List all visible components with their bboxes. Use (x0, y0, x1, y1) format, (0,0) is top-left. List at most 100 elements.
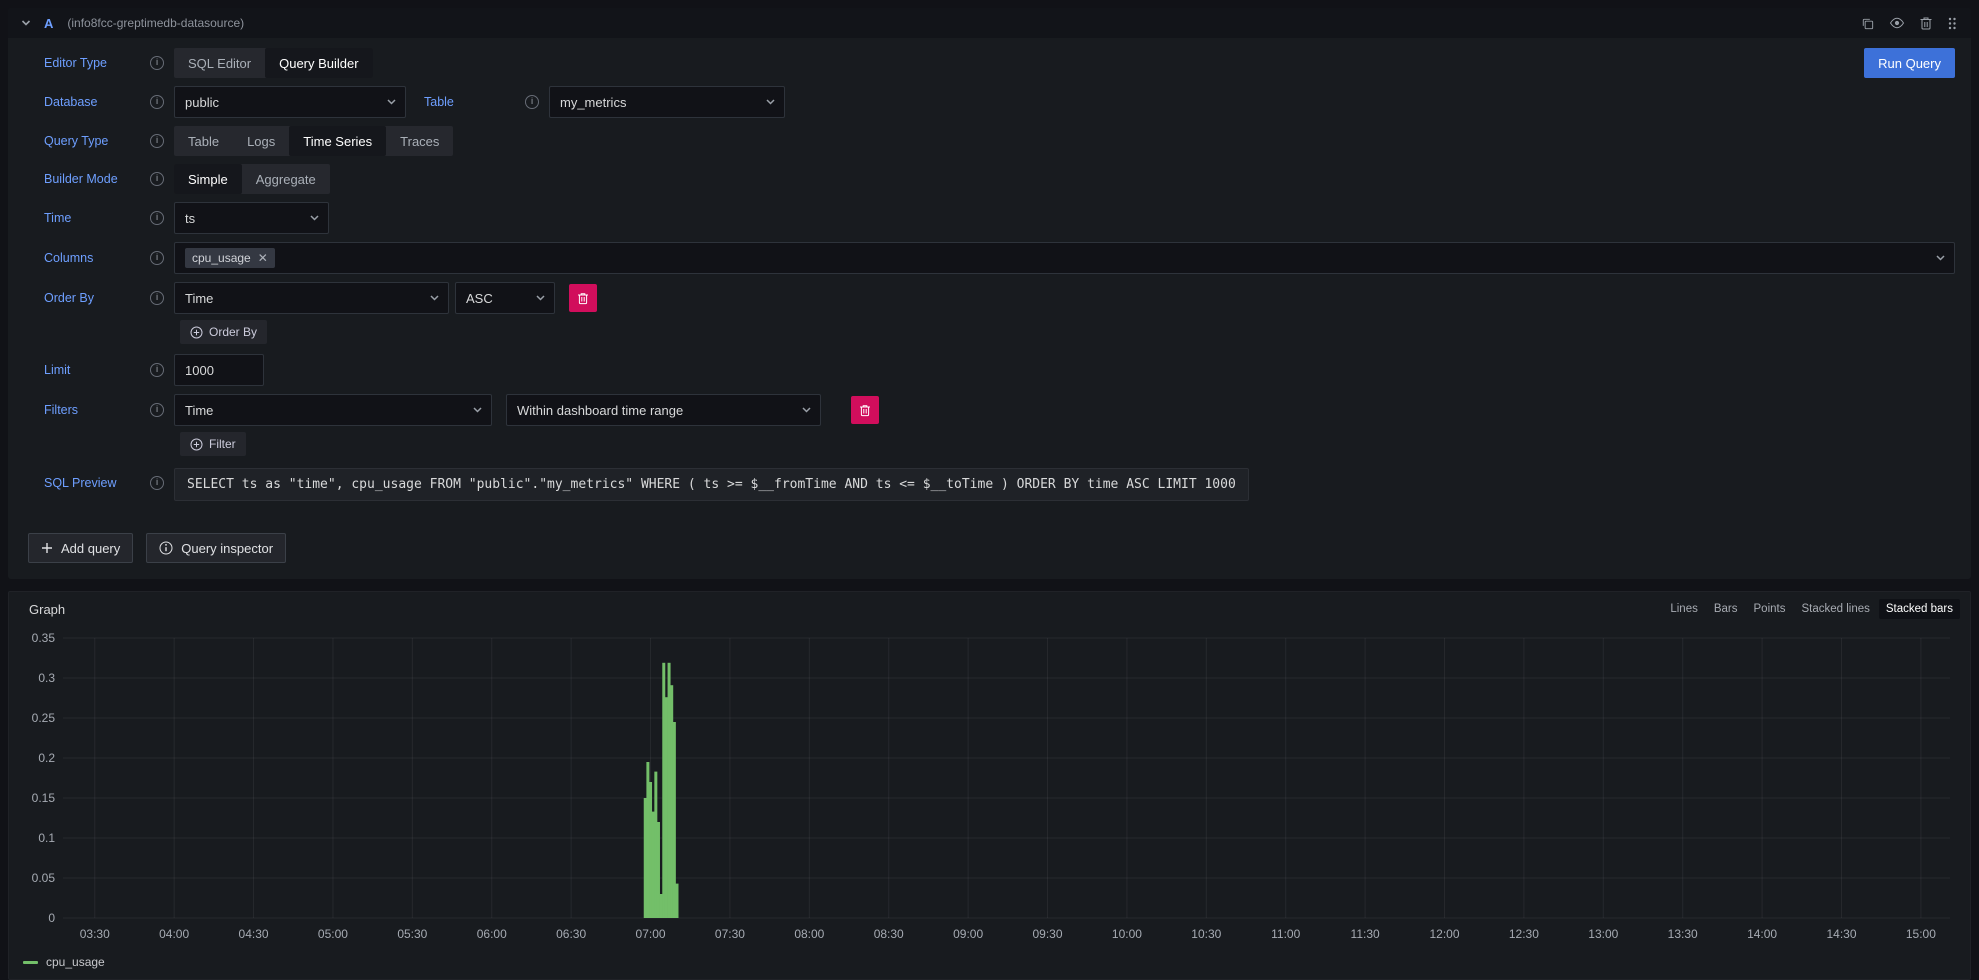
chevron-down-icon (765, 95, 776, 110)
run-query-button[interactable]: Run Query (1864, 48, 1955, 78)
database-select[interactable]: public (174, 86, 406, 118)
editor-type-toggle-option-query-builder[interactable]: Query Builder (265, 48, 372, 78)
chevron-down-icon (386, 95, 397, 110)
info-icon[interactable]: i (150, 363, 164, 377)
table-select[interactable]: my_metrics (549, 86, 785, 118)
columns-label-text: Columns (44, 251, 93, 265)
order-by-field-value: Time (185, 291, 213, 306)
chevron-down-icon (309, 211, 320, 226)
trash-icon (859, 404, 871, 417)
time-label: Time i (44, 211, 174, 225)
x-axis-tick-label: 13:30 (1668, 927, 1698, 941)
order-by-field-select[interactable]: Time (174, 282, 449, 314)
add-query-button[interactable]: Add query (28, 533, 133, 563)
info-icon[interactable]: i (150, 403, 164, 417)
filter-field-select[interactable]: Time (174, 394, 492, 426)
limit-input[interactable] (174, 354, 264, 386)
remove-filter-button[interactable] (851, 396, 879, 424)
chevron-down-icon (1935, 251, 1946, 266)
panel-title: Graph (29, 602, 65, 617)
builder-mode-toggle: SimpleAggregate (174, 164, 330, 194)
database-label-text: Database (44, 95, 98, 109)
filter-field-value: Time (185, 403, 213, 418)
query-inspector-button[interactable]: Query inspector (146, 533, 286, 563)
table-select-value: my_metrics (560, 95, 626, 110)
y-axis-tick-label: 0.05 (32, 871, 56, 885)
graph-mode-toggle-option-stacked-lines[interactable]: Stacked lines (1794, 599, 1876, 619)
x-axis-tick-label: 06:00 (477, 927, 507, 941)
query-type-label: Query Type i (44, 134, 174, 148)
copy-icon (1860, 16, 1875, 31)
trash-icon (1919, 16, 1933, 31)
duplicate-query-button[interactable] (1860, 16, 1875, 31)
query-type-toggle-option-table[interactable]: Table (174, 126, 233, 156)
bar (654, 772, 657, 918)
bar (646, 762, 649, 918)
builder-mode-toggle-option-simple[interactable]: Simple (174, 164, 242, 194)
y-axis-tick-label: 0.1 (38, 831, 55, 845)
bar (649, 782, 652, 918)
filter-condition-select[interactable]: Within dashboard time range (506, 394, 821, 426)
database-label: Database i (44, 95, 174, 109)
collapse-chevron-icon[interactable] (20, 17, 32, 29)
query-type-toggle: TableLogsTime SeriesTraces (174, 126, 453, 156)
drag-handle-icon[interactable] (1947, 16, 1957, 31)
hide-query-button[interactable] (1889, 15, 1905, 31)
info-icon[interactable]: i (150, 95, 164, 109)
builder-mode-toggle-option-aggregate[interactable]: Aggregate (242, 164, 330, 194)
row-limit: Limit i (44, 354, 1955, 386)
remove-tag-icon[interactable]: ✕ (258, 252, 268, 264)
info-icon[interactable]: i (150, 56, 164, 70)
info-icon[interactable]: i (150, 251, 164, 265)
row-add-order-by: Order By (44, 320, 1955, 344)
row-filters: Filters i Time Within dashboard time ran… (44, 394, 1955, 426)
x-axis-tick-label: 08:00 (794, 927, 824, 941)
add-filter-button[interactable]: Filter (180, 432, 246, 456)
info-icon[interactable]: i (150, 291, 164, 305)
x-axis-tick-label: 15:00 (1906, 927, 1936, 941)
info-icon[interactable]: i (150, 476, 164, 490)
x-axis-tick-label: 09:00 (953, 927, 983, 941)
row-editor-type: Editor Type i SQL EditorQuery Builder Ru… (44, 48, 1955, 78)
graph-mode-toggle-option-points[interactable]: Points (1747, 599, 1793, 619)
sql-preview-label: SQL Preview i (44, 476, 174, 490)
x-axis-tick-label: 14:30 (1826, 927, 1856, 941)
info-icon[interactable]: i (150, 211, 164, 225)
remove-query-button[interactable] (1919, 16, 1933, 31)
remove-order-by-button[interactable] (569, 284, 597, 312)
graph-mode-toggle-option-lines[interactable]: Lines (1663, 599, 1705, 619)
info-icon[interactable]: i (150, 172, 164, 186)
bar (662, 663, 665, 918)
timeseries-chart[interactable]: 00.050.10.150.20.250.30.3503:3004:0004:3… (21, 626, 1958, 948)
x-axis-tick-label: 11:00 (1271, 927, 1300, 941)
x-axis-tick-label: 10:30 (1191, 927, 1221, 941)
filters-label: Filters i (44, 403, 174, 417)
add-order-by-label: Order By (209, 325, 257, 339)
row-columns: Columns i cpu_usage ✕ (44, 242, 1955, 274)
order-by-label: Order By i (44, 291, 174, 305)
y-axis-tick-label: 0.15 (32, 791, 56, 805)
bar (673, 722, 676, 918)
time-column-select[interactable]: ts (174, 202, 329, 234)
row-builder-mode: Builder Mode i SimpleAggregate (44, 164, 1955, 194)
x-axis-tick-label: 07:00 (636, 927, 666, 941)
editor-type-label: Editor Type i (44, 56, 174, 70)
row-sql-preview: SQL Preview i SELECT ts as "time", cpu_u… (44, 468, 1955, 501)
query-type-toggle-option-time-series[interactable]: Time Series (289, 126, 386, 156)
columns-multiselect[interactable]: cpu_usage ✕ (174, 242, 1955, 274)
legend-series-label[interactable]: cpu_usage (46, 955, 105, 969)
add-order-by-button[interactable]: Order By (180, 320, 267, 344)
filters-label-text: Filters (44, 403, 78, 417)
order-by-direction-select[interactable]: ASC (455, 282, 555, 314)
graph-mode-toggle-option-bars[interactable]: Bars (1707, 599, 1745, 619)
graph-mode-toggle-option-stacked-bars[interactable]: Stacked bars (1879, 599, 1960, 619)
query-type-toggle-option-traces[interactable]: Traces (386, 126, 453, 156)
info-circle-icon (159, 541, 173, 555)
query-type-toggle-option-logs[interactable]: Logs (233, 126, 289, 156)
info-icon[interactable]: i (150, 134, 164, 148)
table-label: Table i (424, 95, 549, 109)
x-axis-tick-label: 12:00 (1429, 927, 1459, 941)
x-axis-tick-label: 10:00 (1112, 927, 1142, 941)
editor-type-toggle-option-sql-editor[interactable]: SQL Editor (174, 48, 265, 78)
info-icon[interactable]: i (525, 95, 539, 109)
